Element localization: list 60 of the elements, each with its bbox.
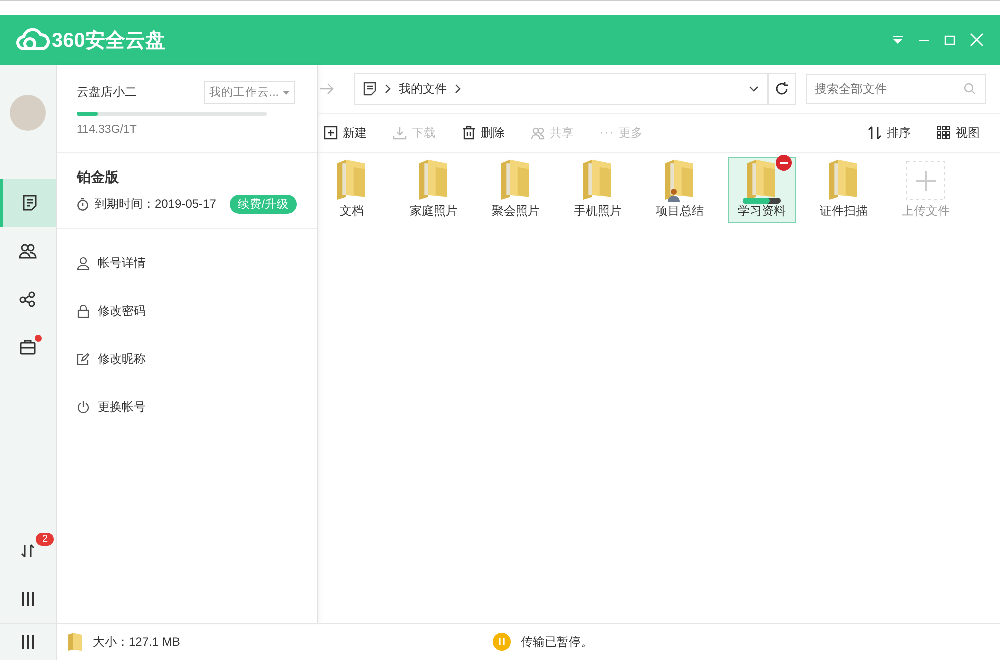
caret-icon — [283, 90, 290, 94]
refresh-icon — [775, 82, 789, 96]
search-icon — [964, 83, 976, 95]
plan-name: 铂金版 — [77, 169, 120, 187]
menu-icon[interactable] — [21, 634, 35, 650]
view-button[interactable]: 视图 — [931, 122, 986, 144]
folder-item[interactable]: 文档 — [318, 157, 386, 223]
transfer-icon[interactable] — [20, 543, 36, 559]
search-field[interactable]: 搜索全部文件 — [806, 74, 986, 104]
grid-icon — [937, 126, 951, 140]
toolbar-button[interactable]: 新建 — [318, 122, 373, 144]
people-icon — [531, 126, 545, 140]
chevron-right-icon — [385, 84, 391, 94]
account-menu-item[interactable]: 修改昵称 — [98, 350, 146, 368]
sort-button[interactable]: 排序 — [862, 122, 917, 144]
expiry-date: 到期时间：2019-05-17 — [95, 196, 216, 213]
selection-size: 大小：127.1 MB — [93, 634, 182, 650]
share-icon — [19, 290, 37, 308]
plus-icon — [906, 161, 946, 201]
sidebar-item[interactable] — [0, 179, 56, 227]
transfer-status: 传输已暂停。 — [521, 634, 593, 650]
plus-icon — [324, 126, 338, 140]
person-overlay-icon — [667, 188, 681, 202]
toolbar-button[interactable]: 删除 — [456, 122, 511, 144]
download-icon — [393, 126, 407, 140]
remove-icon[interactable] — [776, 155, 792, 171]
sort-icon — [868, 126, 882, 140]
workspace-dropdown[interactable]: 我的工作云... — [204, 81, 295, 104]
chevron-right-icon — [455, 84, 461, 94]
power-icon — [77, 400, 90, 414]
storage-usage: 114.33G/1T — [77, 124, 138, 136]
transfer-count-badge: 2 — [36, 533, 54, 546]
folder-item[interactable]: 聚会照片 — [482, 157, 550, 223]
folder-item[interactable]: 家庭照片 — [400, 157, 468, 223]
folder-item[interactable]: 证件扫描 — [810, 157, 878, 223]
account-menu-item[interactable]: 帐号详情 — [98, 254, 146, 272]
pause-icon — [493, 633, 511, 651]
toolbox-icon — [19, 338, 37, 356]
edit-icon — [77, 352, 90, 366]
user-icon — [77, 256, 90, 270]
folder-icon — [67, 632, 83, 652]
trash-icon — [462, 126, 476, 140]
timer-icon — [77, 198, 89, 211]
people-icon — [19, 242, 37, 260]
folder-item[interactable]: 学习资料 — [728, 157, 796, 223]
path-bar[interactable]: 我的文件 — [354, 73, 768, 105]
account-menu-item[interactable]: 修改密码 — [98, 302, 146, 320]
cloud-logo-icon — [16, 28, 50, 52]
breadcrumb[interactable]: 我的文件 — [399, 80, 447, 98]
folder-item[interactable]: 手机照片 — [564, 157, 632, 223]
app-logo-text: 360安全云盘 — [52, 28, 166, 54]
account-menu-item[interactable]: 更换帐号 — [98, 398, 146, 416]
menu-icon[interactable] — [21, 591, 35, 607]
user-name: 云盘店小二 — [77, 84, 137, 101]
document-icon — [20, 194, 38, 212]
document-icon — [363, 82, 377, 96]
refresh-button[interactable] — [768, 73, 796, 105]
chevron-down-icon[interactable] — [749, 86, 759, 92]
lock-icon — [77, 304, 90, 318]
folder-item[interactable]: 项目总结 — [646, 157, 714, 223]
